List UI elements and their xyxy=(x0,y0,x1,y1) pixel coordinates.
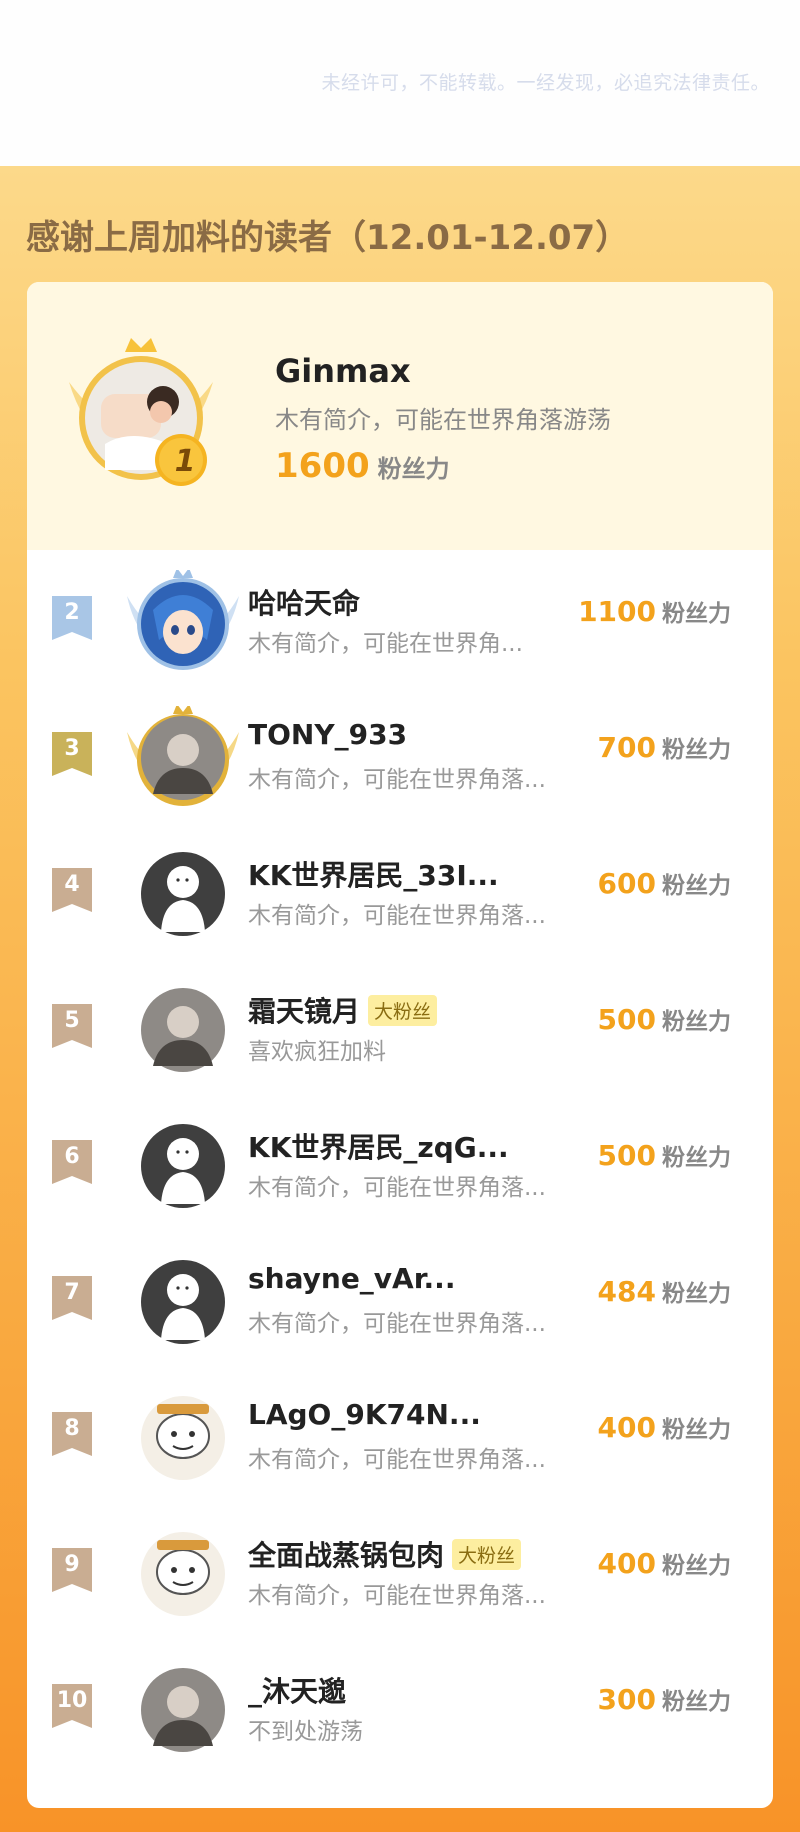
rank-number: 5 xyxy=(64,1008,80,1033)
anime-avatar[interactable] xyxy=(123,570,243,670)
photo-avatar[interactable] xyxy=(123,978,243,1078)
score-unit: 粉丝力 xyxy=(662,1689,731,1715)
user-bio: 木有简介，可能在世界角落... xyxy=(248,1311,546,1337)
ranking-row[interactable]: 8 LAgO_9K74N... 木有简介，可能在世界角落... 400 粉丝力 xyxy=(27,1366,773,1502)
default-avatar[interactable] xyxy=(123,842,243,942)
fan-score: 400 xyxy=(597,1547,656,1580)
score-unit: 粉丝力 xyxy=(662,1417,731,1443)
rank-number: 10 xyxy=(56,1688,88,1713)
username[interactable]: shayne_vAr... xyxy=(248,1262,455,1295)
rank-number: 2 xyxy=(64,600,80,625)
ranking-row[interactable]: 6 KK世界居民_zqG... 木有简介，可能在世界角落... 500 粉丝力 xyxy=(27,1094,773,1230)
first-score-group: 1600 粉丝力 xyxy=(275,446,450,486)
first-bio: 木有简介，可能在世界角落游荡 xyxy=(275,406,611,434)
username[interactable]: LAgO_9K74N... xyxy=(248,1398,481,1431)
username[interactable]: KK世界居民_33I... xyxy=(248,859,499,892)
fan-score: 400 xyxy=(597,1411,656,1444)
fan-score: 1100 xyxy=(578,595,656,628)
score-group: 700 粉丝力 xyxy=(598,730,731,764)
default-avatar[interactable] xyxy=(123,1114,243,1214)
user-bio: 木有简介，可能在世界角... xyxy=(248,631,523,657)
score-unit: 粉丝力 xyxy=(377,455,450,483)
username[interactable]: 霜天镜月 xyxy=(248,995,360,1028)
big-fan-badge: 大粉丝 xyxy=(368,995,438,1026)
ranking-row[interactable]: 5 霜天镜月 大粉丝喜欢疯狂加料 500 粉丝力 xyxy=(27,958,773,1094)
score-unit: 粉丝力 xyxy=(662,737,731,763)
username-line: 霜天镜月 大粉丝 xyxy=(248,990,438,1030)
rank-number: 9 xyxy=(64,1552,80,1577)
user-bio: 不到处游荡 xyxy=(248,1719,363,1745)
username-line: KK世界居民_33I... xyxy=(248,854,499,894)
rank-number: 7 xyxy=(64,1280,80,1305)
fan-score: 484 xyxy=(597,1275,656,1308)
rank-number: 6 xyxy=(64,1144,80,1169)
ranking-row[interactable]: 4 KK世界居民_33I... 木有简介，可能在世界角落... 600 粉丝力 xyxy=(27,822,773,958)
top-fan-row[interactable]: 1 Ginmax 木有简介，可能在世界角落游荡 1600 粉丝力 xyxy=(27,282,773,550)
first-username[interactable]: Ginmax xyxy=(275,352,411,390)
score-unit: 粉丝力 xyxy=(662,601,731,627)
fan-score: 700 xyxy=(597,731,656,764)
rank-number: 8 xyxy=(64,1416,80,1441)
rank-number: 4 xyxy=(64,872,80,897)
cartoon-avatar[interactable] xyxy=(123,1386,243,1486)
username[interactable]: _沐天邈 xyxy=(248,1675,346,1708)
ranking-row[interactable]: 10 _沐天邈不到处游荡 300 粉丝力 xyxy=(27,1638,773,1774)
score-group: 400 粉丝力 xyxy=(598,1410,731,1444)
username-line: 全面战蒸锅包肉 大粉丝 xyxy=(248,1534,522,1574)
section-title: 感谢上周加料的读者（12.01-12.07） xyxy=(26,218,630,258)
username[interactable]: TONY_933 xyxy=(248,718,407,751)
fan-score: 300 xyxy=(597,1683,656,1716)
score-unit: 粉丝力 xyxy=(662,1281,731,1307)
photo-avatar[interactable] xyxy=(123,706,243,806)
score-group: 484 粉丝力 xyxy=(598,1274,731,1308)
user-bio: 木有简介，可能在世界角落... xyxy=(248,1583,546,1609)
header-area: 未经许可，不能转载。一经发现，必追究法律责任。 xyxy=(0,0,800,166)
score-unit: 粉丝力 xyxy=(662,1145,731,1171)
rank-number: 3 xyxy=(64,736,80,761)
score-unit: 粉丝力 xyxy=(662,1553,731,1579)
score-unit: 粉丝力 xyxy=(662,873,731,899)
photo-avatar[interactable] xyxy=(123,1658,243,1758)
score-group: 400 粉丝力 xyxy=(598,1546,731,1580)
score-group: 500 粉丝力 xyxy=(598,1002,731,1036)
user-bio: 木有简介，可能在世界角落... xyxy=(248,1175,546,1201)
default-avatar[interactable] xyxy=(123,1250,243,1350)
score-unit: 粉丝力 xyxy=(662,1009,731,1035)
username-line: shayne_vAr... xyxy=(248,1262,455,1295)
ranking-row[interactable]: 7 shayne_vAr... 木有简介，可能在世界角落... 484 粉丝力 xyxy=(27,1230,773,1366)
username-line: TONY_933 xyxy=(248,718,407,751)
username[interactable]: 全面战蒸锅包肉 xyxy=(248,1539,444,1572)
fan-score: 500 xyxy=(597,1139,656,1172)
username[interactable]: KK世界居民_zqG... xyxy=(248,1131,509,1164)
username-line: _沐天邈 xyxy=(248,1670,346,1710)
username[interactable]: 哈哈天命 xyxy=(248,587,360,620)
score-group: 500 粉丝力 xyxy=(598,1138,731,1172)
ranking-row[interactable]: 9 全面战蒸锅包肉 大粉丝木有简介，可能在世界角落... 400 粉丝力 xyxy=(27,1502,773,1638)
ranking-row[interactable]: 3 TONY_933 木有简介，可能在世界角落... 700 粉丝力 xyxy=(27,686,773,822)
leaderboard-card: 1 Ginmax 木有简介，可能在世界角落游荡 1600 粉丝力 2 哈哈天命 木有简… xyxy=(27,282,773,1808)
user-bio: 木有简介，可能在世界角落... xyxy=(248,1447,546,1473)
first-rank-number: 1 xyxy=(174,444,196,479)
user-bio: 喜欢疯狂加料 xyxy=(248,1039,386,1065)
score-group: 1100 粉丝力 xyxy=(578,594,731,628)
fan-score: 600 xyxy=(597,867,656,900)
copyright-notice: 未经许可，不能转载。一经发现，必追究法律责任。 xyxy=(321,72,770,94)
big-fan-badge: 大粉丝 xyxy=(452,1539,522,1570)
cartoon-avatar[interactable] xyxy=(123,1522,243,1622)
user-bio: 木有简介，可能在世界角落... xyxy=(248,903,546,929)
fan-score: 500 xyxy=(597,1003,656,1036)
first-score: 1600 xyxy=(275,446,370,486)
score-group: 300 粉丝力 xyxy=(598,1682,731,1716)
username-line: KK世界居民_zqG... xyxy=(248,1126,509,1166)
username-line: 哈哈天命 xyxy=(248,582,360,622)
user-bio: 木有简介，可能在世界角落... xyxy=(248,767,546,793)
ranking-row[interactable]: 2 哈哈天命木有简介，可能在世界角... 1100 粉丝力 xyxy=(27,550,773,686)
username-line: LAgO_9K74N... xyxy=(248,1398,481,1431)
score-group: 600 粉丝力 xyxy=(598,866,731,900)
